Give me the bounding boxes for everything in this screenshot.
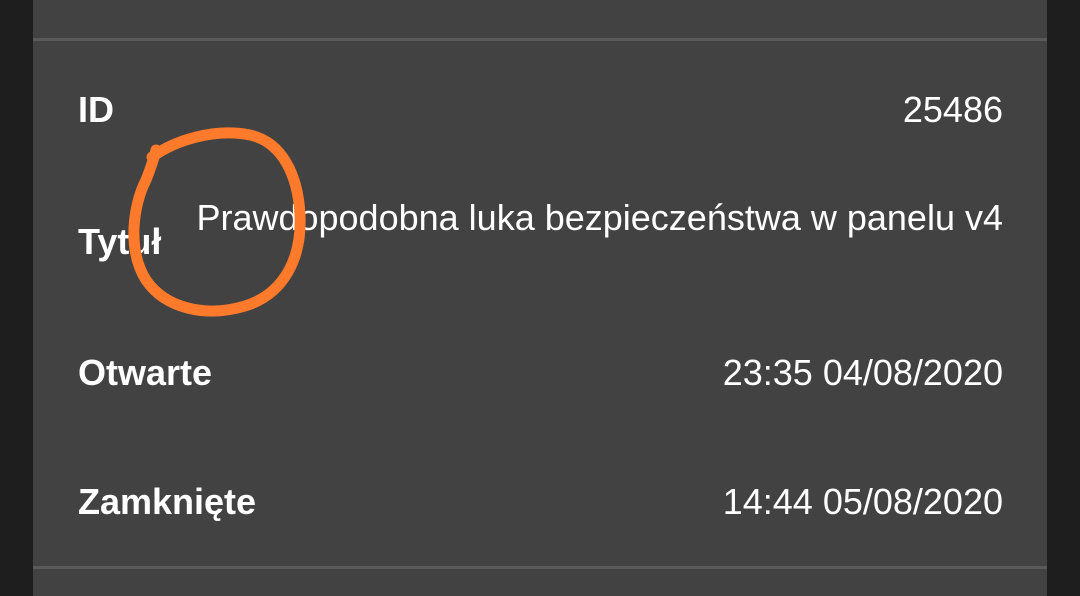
title-label: Tytuł [78,221,162,262]
id-label: ID [78,89,114,130]
title-value: Prawdopodobna luka bezpieczeństwa w pane… [196,197,1003,238]
closed-label: Zamknięte [78,481,257,522]
opened-value: 23:35 04/08/2020 [722,352,1003,393]
closed-value: 14:44 05/08/2020 [722,481,1003,522]
screen: ID 25486 Tytuł Prawdopodobna luka bezpie… [0,0,1080,596]
divider-top [33,38,1047,41]
opened-label: Otwarte [78,352,213,393]
id-value: 25486 [902,89,1003,130]
ticket-details-card: ID 25486 Tytuł Prawdopodobna luka bezpie… [33,0,1047,596]
divider-bottom [33,566,1047,569]
